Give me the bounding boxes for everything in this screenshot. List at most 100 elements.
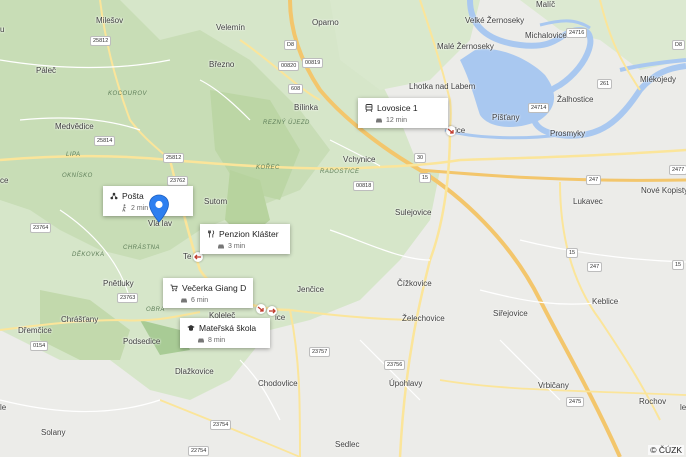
place-label-zalhostice: Žalhostice xyxy=(557,95,594,104)
place-label-vrbicany: Vrbičany xyxy=(538,381,569,390)
road-shield-0154: 0154 xyxy=(30,341,49,351)
poi-travel-time: 6 min xyxy=(191,296,209,304)
place-label-sulejovice: Sulejovice xyxy=(395,208,432,217)
place-label-prosmyky: Prosmyky xyxy=(550,129,586,138)
place-label-bilinka: Bílinka xyxy=(294,103,319,112)
post-icon xyxy=(110,192,118,200)
place-label-sutom: Sutom xyxy=(204,197,228,206)
cart-icon xyxy=(170,284,178,292)
road-shield-23756: 23756 xyxy=(384,360,406,370)
map-base xyxy=(0,0,686,457)
place-label-velemin: Velemín xyxy=(216,23,245,32)
train-icon xyxy=(365,104,373,112)
place-label-chodovlice: Chodovlice xyxy=(258,379,298,388)
area-label-korec: KOŘEC xyxy=(256,165,280,171)
place-label-zelechovice: Želechovice xyxy=(402,314,445,323)
place-label-palec: Páleč xyxy=(36,66,57,75)
road-shield-23754: 23754 xyxy=(210,420,232,430)
road-shield-2477: 2477 xyxy=(669,165,686,175)
area-label-kocourov: KOCOUROV xyxy=(108,91,148,97)
place-label-nove-kopisty: Nové Kopisty xyxy=(641,186,686,195)
map[interactable]: Milešov Velemín Oparno Malíč Velké Žerno… xyxy=(0,0,686,457)
place-label-uporlavy: Úpohlavy xyxy=(389,379,423,388)
place-label-jencice: Jenčice xyxy=(297,285,325,294)
poi-travel-time: 2 min xyxy=(131,204,149,212)
restaurant-icon xyxy=(207,230,215,238)
road-shield-30: 30 xyxy=(414,153,427,163)
poi-travel-time: 3 min xyxy=(228,242,246,250)
road-shield-d8: D8 xyxy=(284,40,298,50)
place-label-lhotka: Lhotka nad Labem xyxy=(409,82,476,91)
road-shield-00820: 00820 xyxy=(278,61,300,71)
place-label-dlazkovice: Dlažkovice xyxy=(175,367,214,376)
place-label-te: Te xyxy=(183,252,192,261)
place-label-male-zernoseky: Malé Žernoseky xyxy=(437,42,494,51)
place-label-cizkovice: Čížkovice xyxy=(397,279,432,288)
place-label-ce: ce xyxy=(0,176,9,185)
car-icon xyxy=(197,336,205,344)
road-shield-23763: 23763 xyxy=(117,293,139,303)
road-shield-00819: 00819 xyxy=(302,58,324,68)
road-shield-25812: 25812 xyxy=(90,36,112,46)
car-icon xyxy=(180,296,188,304)
place-label-malic: Malíč xyxy=(536,0,556,9)
road-shield-22754: 22754 xyxy=(188,446,210,456)
place-label-medvedice: Medvědice xyxy=(55,122,94,131)
place-label-brezno: Březno xyxy=(209,60,235,69)
road-shield-247: 247 xyxy=(586,175,602,185)
poi-travel-time: 12 min xyxy=(386,116,408,124)
place-label-le: le xyxy=(0,403,7,412)
place-label-u: u xyxy=(0,25,5,34)
place-label-michalovice: Michalovice xyxy=(525,31,567,40)
map-attribution: © ČÚZK xyxy=(648,445,684,455)
road-shield-2475: 2475 xyxy=(566,397,585,407)
road-shield-d8b: D8 xyxy=(672,40,686,50)
poi-name: Lovosice 1 xyxy=(377,103,418,113)
road-shield-15: 15 xyxy=(419,173,432,183)
road-shield-15b: 15 xyxy=(672,260,685,270)
poi-card-skola[interactable]: Mateřská škola 8 min xyxy=(180,318,270,348)
poi-card-penzion[interactable]: Penzion Klášter 3 min xyxy=(200,224,290,254)
place-label-le2: le xyxy=(680,403,686,412)
place-label-sirejovice: Siřejovice xyxy=(493,309,528,318)
area-label-oknisko: OKNÍSKO xyxy=(62,173,93,179)
place-label-milesov: Milešov xyxy=(96,16,124,25)
road-shield-23757: 23757 xyxy=(309,347,331,357)
area-label-rezny-ujezd: REZNÝ ÚJEZD xyxy=(263,120,310,126)
place-label-mlekojedy: Mlékojedy xyxy=(640,75,677,84)
poi-name: Večerka Giang Da... xyxy=(182,283,246,293)
place-label-sedlec: Sedlec xyxy=(335,440,360,449)
poi-name: Mateřská škola xyxy=(199,323,257,333)
location-marker-icon[interactable] xyxy=(148,194,170,224)
place-label-podsedice: Podsedice xyxy=(123,337,161,346)
place-label-vchynice: Vchynice xyxy=(343,155,376,164)
place-label-rochov: Rochov xyxy=(639,397,667,406)
car-icon xyxy=(375,116,383,124)
road-shield-261: 261 xyxy=(597,79,613,89)
area-label-radostice: RADOSTICE xyxy=(320,169,360,175)
road-shield-24714: 24714 xyxy=(528,103,550,113)
road-shield-608: 608 xyxy=(288,84,304,94)
poi-name: Penzion Klášter xyxy=(219,229,279,239)
road-shield-25812b: 25812 xyxy=(163,153,185,163)
poi-travel-time: 8 min xyxy=(208,336,226,344)
place-label-velke-zernoseky: Velké Žernoseky xyxy=(465,16,525,25)
poi-name: Pošta xyxy=(122,191,144,201)
road-shield-23762: 23762 xyxy=(167,176,189,186)
place-label-pnetluky: Pnětluky xyxy=(103,279,134,288)
poi-card-lovosice[interactable]: Lovosice 1 12 min xyxy=(358,98,448,128)
road-shield-25814: 25814 xyxy=(94,136,116,146)
place-label-lukavec: Lukavec xyxy=(573,197,603,206)
road-shield-15c: 15 xyxy=(566,248,579,258)
place-label-lovosice-town: ice xyxy=(455,126,466,135)
poi-card-vecerka[interactable]: Večerka Giang Da... 6 min xyxy=(163,278,253,308)
area-label-dekovka: DĚKOVKA xyxy=(72,252,105,258)
place-label-pistany: Píšťany xyxy=(492,113,520,122)
road-shield-00818: 00818 xyxy=(353,181,375,191)
car-icon xyxy=(217,242,225,250)
place-label-solany: Solany xyxy=(41,428,66,437)
place-label-oparno: Oparno xyxy=(312,18,339,27)
place-label-keblice: Keblice xyxy=(592,297,619,306)
direction-arrow-icon xyxy=(256,304,266,314)
school-icon xyxy=(187,324,195,332)
